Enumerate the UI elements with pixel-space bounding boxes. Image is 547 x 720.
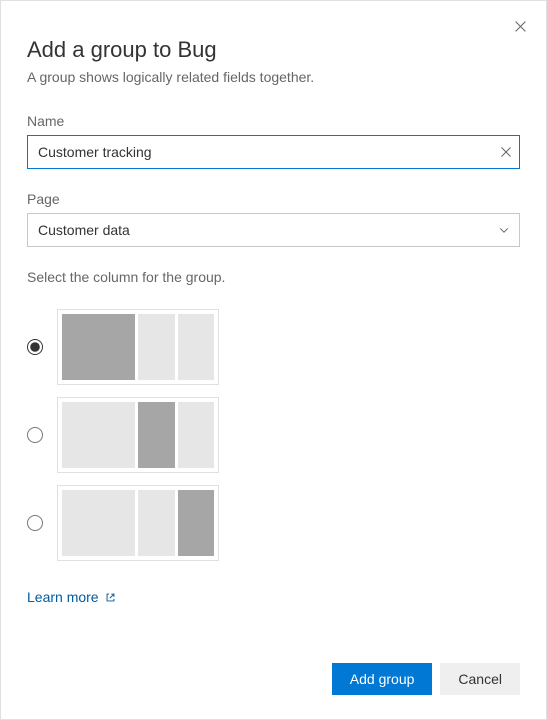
preview-col [62, 490, 135, 556]
learn-more-link[interactable]: Learn more [27, 589, 116, 605]
add-group-button[interactable]: Add group [332, 663, 433, 695]
page-label: Page [27, 191, 520, 207]
column-radio-3[interactable] [27, 515, 43, 531]
preview-col [138, 490, 175, 556]
page-select-value: Customer data [38, 222, 130, 238]
dialog-footer: Add group Cancel [332, 663, 520, 695]
column-preview-2[interactable] [57, 397, 219, 473]
cancel-button[interactable]: Cancel [440, 663, 520, 695]
preview-col [138, 402, 175, 468]
column-radio-2[interactable] [27, 427, 43, 443]
clear-icon [500, 146, 512, 158]
preview-col [138, 314, 175, 380]
external-link-icon [105, 592, 116, 603]
add-group-dialog: Add a group to Bug A group shows logical… [1, 1, 546, 719]
dialog-subtitle: A group shows logically related fields t… [27, 69, 520, 85]
preview-col [178, 402, 215, 468]
name-label: Name [27, 113, 520, 129]
preview-col [62, 402, 135, 468]
column-layout-options [27, 309, 520, 561]
name-input[interactable] [27, 135, 520, 169]
preview-col [178, 314, 215, 380]
dialog-title: Add a group to Bug [27, 37, 520, 63]
preview-col [178, 490, 215, 556]
clear-name-button[interactable] [500, 146, 512, 158]
page-select[interactable]: Customer data [27, 213, 520, 247]
close-button[interactable] [510, 16, 530, 36]
column-preview-1[interactable] [57, 309, 219, 385]
column-preview-3[interactable] [57, 485, 219, 561]
preview-col [62, 314, 135, 380]
close-icon [514, 20, 527, 33]
column-helper-text: Select the column for the group. [27, 269, 520, 285]
learn-more-label: Learn more [27, 589, 99, 605]
column-radio-1[interactable] [27, 339, 43, 355]
